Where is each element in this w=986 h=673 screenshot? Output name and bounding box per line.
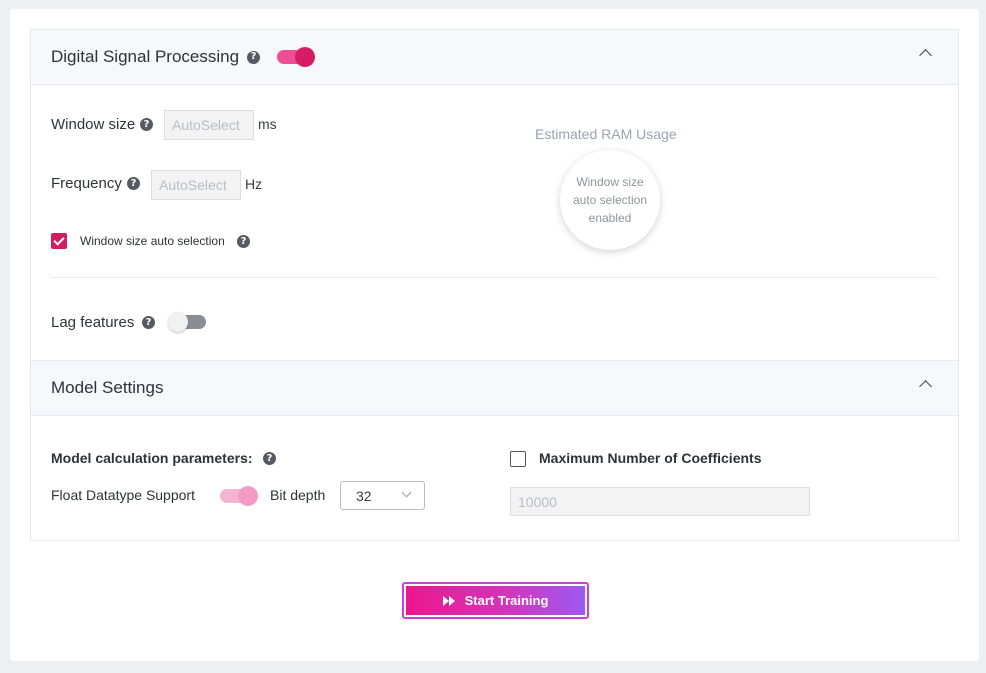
max-coefficients-input[interactable]: 10000 xyxy=(510,487,810,516)
help-icon[interactable]: ? xyxy=(263,452,276,465)
model-section-header[interactable]: Model Settings xyxy=(31,361,958,416)
help-icon[interactable]: ? xyxy=(247,50,261,64)
training-settings-card: Digital Signal Processing ? Window size … xyxy=(10,9,979,661)
help-icon[interactable]: ? xyxy=(237,235,250,248)
max-coefficients-checkbox[interactable] xyxy=(510,451,526,467)
help-icon[interactable]: ? xyxy=(127,177,140,190)
lag-features-toggle[interactable] xyxy=(168,312,206,332)
model-params-label: Model calculation parameters: xyxy=(51,450,253,466)
chevron-up-icon[interactable] xyxy=(919,49,932,62)
dsp-section: Digital Signal Processing ? Window size … xyxy=(30,29,959,361)
toggle-knob xyxy=(168,312,188,332)
start-training-button-fill: Start Training xyxy=(406,586,585,615)
dsp-section-title: Digital Signal Processing xyxy=(51,47,240,66)
chevron-down-icon xyxy=(401,487,412,498)
bit-depth-select[interactable]: 32 xyxy=(340,481,425,510)
dsp-section-header[interactable]: Digital Signal Processing ? xyxy=(31,30,958,85)
toggle-knob xyxy=(238,486,258,506)
window-size-label: Window size xyxy=(51,116,136,133)
divider xyxy=(51,277,938,278)
model-section-title: Model Settings xyxy=(51,378,164,397)
frequency-label: Frequency xyxy=(51,175,122,192)
ram-usage-title: Estimated RAM Usage xyxy=(535,126,677,142)
fast-forward-icon xyxy=(442,595,455,606)
lag-features-label: Lag features xyxy=(51,314,135,331)
window-size-input[interactable]: AutoSelect xyxy=(164,110,254,140)
chevron-up-icon[interactable] xyxy=(919,380,932,393)
auto-selection-checkbox[interactable] xyxy=(51,233,67,249)
max-coefficients-label: Maximum Number of Coefficients xyxy=(539,450,762,466)
float-datatype-toggle[interactable] xyxy=(220,486,258,506)
frequency-input[interactable]: AutoSelect xyxy=(151,170,241,200)
window-size-unit: ms xyxy=(258,116,277,132)
start-training-label: Start Training xyxy=(464,593,549,608)
frequency-unit: Hz xyxy=(245,176,263,192)
model-settings-section: Model Settings Model calculation paramet… xyxy=(30,360,959,541)
bit-depth-value: 32 xyxy=(356,487,372,504)
ram-usage-message: Window size auto selection enabled xyxy=(572,175,648,225)
dsp-enable-toggle[interactable] xyxy=(277,47,316,67)
auto-selection-label: Window size auto selection xyxy=(80,234,225,248)
start-training-button[interactable]: Start Training xyxy=(402,582,589,619)
help-icon[interactable]: ? xyxy=(142,316,155,329)
toggle-knob xyxy=(295,47,316,67)
float-datatype-label: Float Datatype Support xyxy=(51,487,195,503)
ram-usage-indicator: Window size auto selection enabled xyxy=(560,150,660,250)
help-icon[interactable]: ? xyxy=(140,118,153,131)
bit-depth-label: Bit depth xyxy=(270,487,326,503)
